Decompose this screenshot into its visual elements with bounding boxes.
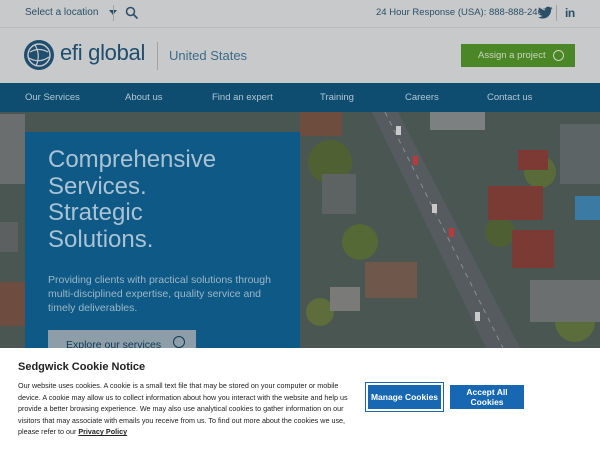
globe-icon [27, 43, 51, 67]
cookie-notice: Sedgwick Cookie Notice Our website uses … [0, 348, 600, 450]
divider [556, 5, 557, 21]
main-nav: Our Services About us Find an expert Tra… [0, 83, 600, 112]
assign-project-label: Assign a project [478, 50, 546, 61]
utility-bar: Select a location 24 Hour Response (USA)… [0, 0, 600, 27]
explore-services-label: Explore our services [66, 339, 162, 348]
arrow-circle-icon [173, 336, 185, 348]
cookie-title: Sedgwick Cookie Notice [18, 361, 146, 373]
manage-cookies-button[interactable]: Manage Cookies [368, 385, 441, 409]
headline-line: Services. [48, 172, 147, 200]
nav-item-careers[interactable]: Careers [405, 92, 439, 103]
divider [157, 42, 158, 70]
hero-headline: Comprehensive Services. Strategic Soluti… [48, 146, 288, 253]
arrow-circle-icon [553, 50, 564, 61]
cookie-body-text: Our website uses cookies. A cookie is a … [18, 381, 348, 437]
linkedin-icon[interactable]: in [565, 6, 575, 20]
nav-item-training[interactable]: Training [320, 92, 354, 103]
hero-banner: Comprehensive Services. Strategic Soluti… [0, 112, 600, 348]
search-icon[interactable] [125, 6, 139, 20]
nav-item-find-an-expert[interactable]: Find an expert [212, 92, 273, 103]
location-label: Select a location [25, 7, 99, 18]
cookie-body: Our website uses cookies. A cookie is a … [18, 380, 348, 438]
headline-line: Comprehensive [48, 146, 217, 173]
headline-line: Solutions. [48, 225, 154, 253]
emergency-phone[interactable]: 24 Hour Response (USA): 888-888-2467 [376, 7, 548, 18]
nav-item-our-services[interactable]: Our Services [25, 92, 80, 103]
explore-services-button[interactable]: Explore our services [48, 330, 196, 348]
logo-wordmark[interactable]: efi global [60, 40, 145, 66]
hero-panel: Comprehensive Services. Strategic Soluti… [25, 132, 300, 348]
site-header: efi global United States Assign a projec… [0, 27, 600, 83]
nav-item-about-us[interactable]: About us [125, 92, 163, 103]
divider [113, 5, 114, 21]
location-selector[interactable]: Select a location [25, 7, 118, 18]
privacy-policy-link[interactable]: Privacy Policy [78, 427, 127, 436]
hero-subtitle: Providing clients with practical solutio… [48, 274, 271, 314]
country-label: United States [169, 48, 248, 63]
globe-logo-icon[interactable] [24, 40, 54, 70]
headline-line: Strategic [48, 199, 143, 226]
assign-project-button[interactable]: Assign a project [461, 44, 575, 67]
nav-item-contact-us[interactable]: Contact us [487, 92, 532, 103]
accept-all-cookies-button[interactable]: Accept All Cookies [450, 385, 524, 409]
twitter-icon[interactable] [538, 6, 553, 20]
